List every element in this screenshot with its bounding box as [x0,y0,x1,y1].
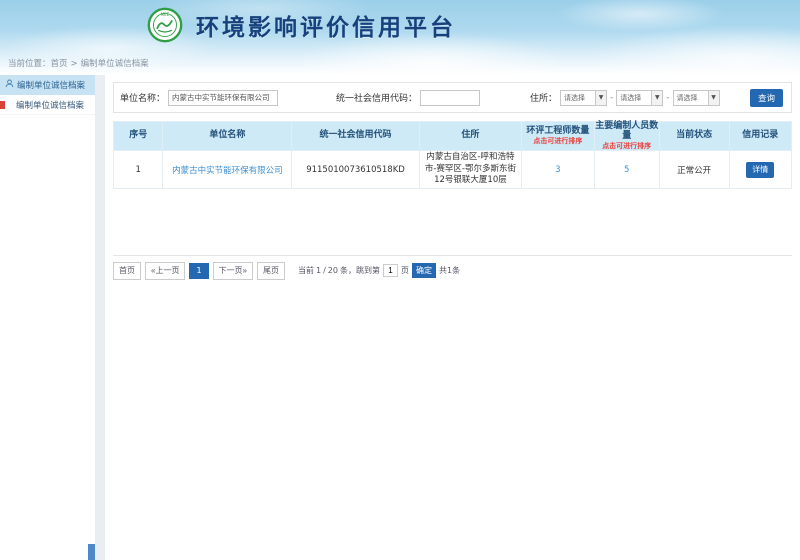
pagination-info: 当前 1 / 20 条，跳到第 页 确定 共1条 [297,263,461,278]
engineer-count-link[interactable]: 3 [555,165,560,175]
sort-hint: 点击可进行排序 [595,143,659,151]
person-icon [5,79,14,91]
sidebar-scrollbar-thumb[interactable] [88,544,95,560]
breadcrumb-prefix: 当前位置： [8,59,51,69]
select-separator: - [666,93,669,103]
breadcrumb: 当前位置：首页>编制单位诚信档案 [8,57,149,69]
cell-status: 正常公开 [659,151,729,188]
page-word: 页 [401,265,409,276]
select-separator: - [610,93,613,103]
chevron-down-icon: ▼ [708,91,719,105]
cell-staff-count: 5 [594,151,659,188]
breadcrumb-home-link[interactable]: 首页 [51,59,68,69]
chevron-down-icon: ▼ [595,91,606,105]
staff-count-link[interactable]: 5 [624,165,629,175]
col-status: 当前状态 [659,122,729,151]
table-row: 1 内蒙古中实节能环保有限公司 9115010073610518KD 内蒙古自治… [114,151,792,188]
cell-address: 内蒙古自治区-呼和浩特市-赛罕区-鄂尔多斯东街12号银联大厦10层 [419,151,521,188]
province-select[interactable]: 请选择 ▼ [560,90,607,106]
unit-name-input[interactable] [168,90,278,106]
search-form: 单位名称： 统一社会信用代码： 住所： 请选择 ▼ - 请选择 ▼ - 请选择 … [113,82,792,113]
chevron-down-icon: ▼ [651,91,662,105]
per-page-count: 20 [328,266,338,275]
last-page-button[interactable]: 尾页 [257,262,285,280]
menu-red-icon [0,101,5,109]
cell-unit-name: 内蒙古中实节能环保有限公司 [163,151,292,188]
district-select-value: 请选择 [674,93,708,103]
main-content: 单位名称： 统一社会信用代码： 住所： 请选择 ▼ - 请选择 ▼ - 请选择 … [105,75,800,560]
city-select-value: 请选择 [617,93,651,103]
col-index: 序号 [114,122,163,151]
breadcrumb-separator: > [71,59,78,69]
next-page-button[interactable]: 下一页» [213,262,253,280]
sidebar-header-label: 编制单位诚信档案 [17,79,85,91]
results-table: 序号 单位名称 统一社会信用代码 住所 环评工程师数量 点击可进行排序 主要编制… [113,121,792,189]
page-body: 编制单位诚信档案 编制单位诚信档案 单位名称： 统一社会信用代码： 住所： 请选… [0,75,800,560]
col-credit-code: 统一社会信用代码 [292,122,419,151]
sidebar-content-divider [95,75,105,560]
pagination-divider [113,255,792,256]
cell-index: 1 [114,151,163,188]
breadcrumb-current: 编制单位诚信档案 [81,59,149,69]
site-header: MEE 环境影响评价信用平台 当前位置：首页>编制单位诚信档案 [0,0,800,75]
cell-credit-code: 9115010073610518KD [292,151,419,188]
sidebar: 编制单位诚信档案 编制单位诚信档案 [0,75,95,560]
confirm-jump-button[interactable]: 确定 [412,263,436,278]
sidebar-header[interactable]: 编制单位诚信档案 [0,75,95,95]
cell-engineer-count: 3 [522,151,595,188]
current-page-button[interactable]: 1 [189,263,208,279]
credit-code-label: 统一社会信用代码： [336,91,417,104]
page-title: 环境影响评价信用平台 [196,8,456,42]
mee-logo-icon: MEE [147,7,183,43]
cell-credit-record: 详情 [729,151,791,188]
col-staff-count-sortable[interactable]: 主要编制人员数量 点击可进行排序 [594,122,659,151]
jump-prefix: 条，跳到第 [340,265,380,276]
sidebar-item-label: 编制单位诚信档案 [16,99,84,111]
page-slash: / [323,266,326,275]
pagination: 首页 «上一页 1 下一页» 尾页 当前 1 / 20 条，跳到第 页 确定 共… [113,262,792,280]
unit-name-label: 单位名称： [120,91,165,104]
sidebar-item-unit-credit-archive[interactable]: 编制单位诚信档案 [0,95,95,115]
sort-hint: 点击可进行排序 [522,138,594,146]
first-page-button[interactable]: 首页 [113,262,141,280]
brand: MEE 环境影响评价信用平台 [147,7,456,43]
total-records: 共1条 [439,265,460,276]
query-button[interactable]: 查询 [750,89,783,107]
table-header-row: 序号 单位名称 统一社会信用代码 住所 环评工程师数量 点击可进行排序 主要编制… [114,122,792,151]
col-unit-name: 单位名称 [163,122,292,151]
col-engineer-count-sortable[interactable]: 环评工程师数量 点击可进行排序 [522,122,595,151]
district-select[interactable]: 请选择 ▼ [673,90,720,106]
detail-button[interactable]: 详情 [746,162,774,178]
current-label: 当前 [298,265,314,276]
col-credit-record: 信用记录 [729,122,791,151]
unit-name-link[interactable]: 内蒙古中实节能环保有限公司 [172,166,283,176]
col-address: 住所 [419,122,521,151]
province-select-value: 请选择 [561,93,595,103]
svg-text:MEE: MEE [161,12,170,17]
city-select[interactable]: 请选择 ▼ [616,90,663,106]
credit-code-input[interactable] [420,90,480,106]
current-page-number: 1 [316,266,321,275]
prev-page-button[interactable]: «上一页 [145,262,185,280]
jump-page-input[interactable] [383,264,398,277]
address-label: 住所： [530,91,557,104]
